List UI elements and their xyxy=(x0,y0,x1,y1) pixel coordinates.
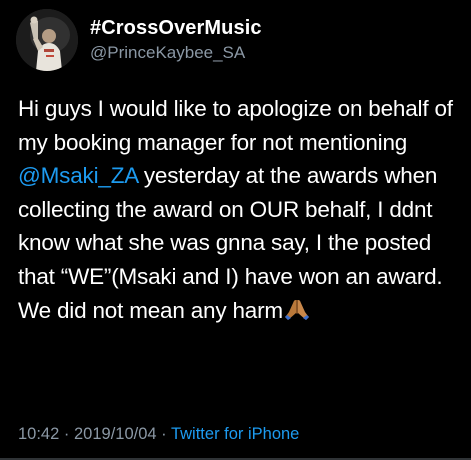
tweet-text: Hi guys I would like to apologize on beh… xyxy=(18,92,458,327)
avatar[interactable] xyxy=(16,9,78,71)
tweet-card: #CrossOverMusic @PrinceKaybee_SA Hi guys… xyxy=(0,0,471,460)
meta-separator: · xyxy=(63,425,70,443)
tweet-time[interactable]: 10:42 xyxy=(18,425,59,443)
avatar-image xyxy=(16,9,78,71)
tweet-source-link[interactable]: Twitter for iPhone xyxy=(171,425,299,443)
tweet-date[interactable]: 2019/10/04 xyxy=(74,425,157,443)
tweet-text-part-1: Hi guys I would like to apologize on beh… xyxy=(18,96,453,155)
display-name[interactable]: #CrossOverMusic xyxy=(90,16,262,40)
tweet-meta: 10:42 · 2019/10/04 · Twitter for iPhone xyxy=(18,423,299,445)
tweet-header: #CrossOverMusic @PrinceKaybee_SA xyxy=(16,9,262,71)
pray-emoji-icon xyxy=(284,297,310,320)
mention-link[interactable]: @Msaki_ZA xyxy=(18,163,138,188)
user-handle[interactable]: @PrinceKaybee_SA xyxy=(90,42,262,64)
author-names: #CrossOverMusic @PrinceKaybee_SA xyxy=(90,16,262,64)
meta-separator: · xyxy=(161,425,167,443)
